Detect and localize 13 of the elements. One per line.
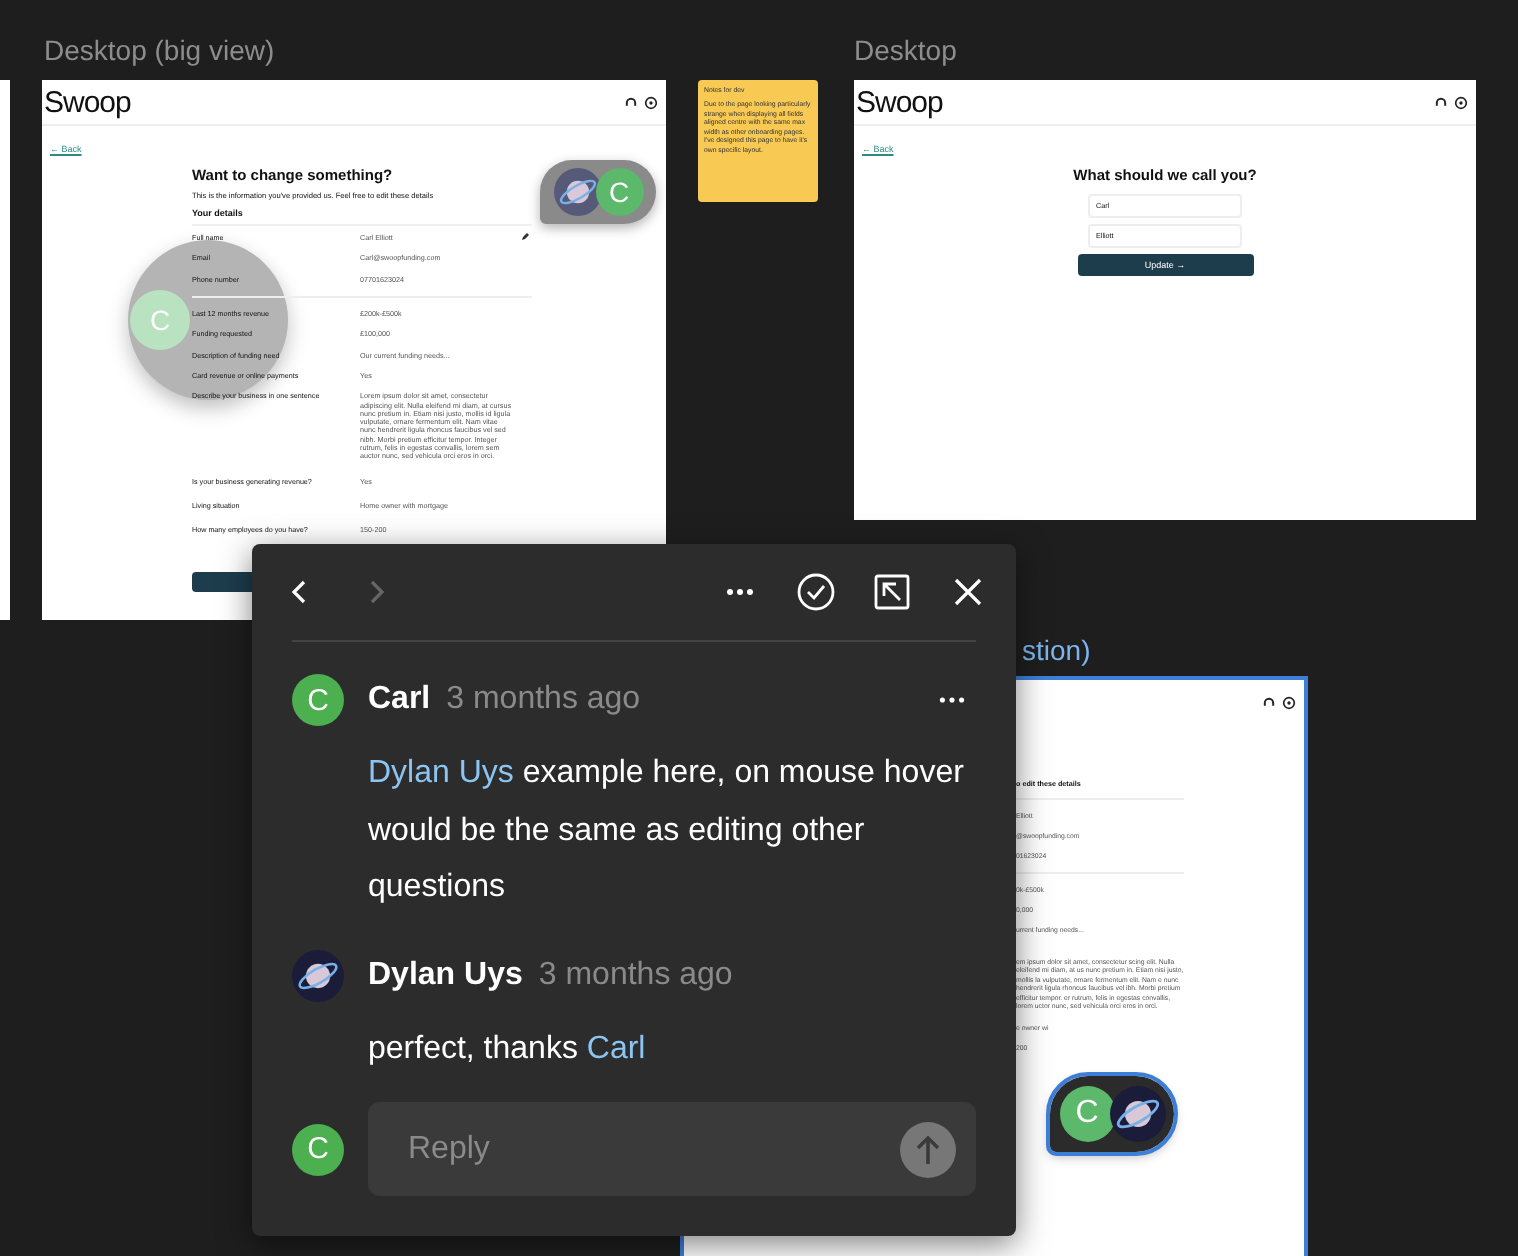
logo: Swoop: [856, 85, 943, 119]
comment-time: 3 months ago: [538, 957, 733, 993]
comment-time: 3 months ago: [446, 682, 641, 718]
comment-text: perfect, thanks Carl: [368, 1029, 648, 1069]
comment-author: Dylan Uys: [368, 957, 523, 993]
avatar-initial: C: [1059, 1086, 1115, 1142]
comment-author: Carl: [368, 682, 431, 718]
avatar-initial: C: [292, 1123, 344, 1175]
comment-text: Dylan Uys example here, on mouse hover would be the same as editing other questions: [368, 754, 966, 908]
avatar-initial: C: [595, 168, 643, 216]
avatar-initial: C: [130, 290, 190, 350]
logo: Swoop: [44, 85, 131, 119]
avatar-initial: C: [292, 674, 344, 726]
